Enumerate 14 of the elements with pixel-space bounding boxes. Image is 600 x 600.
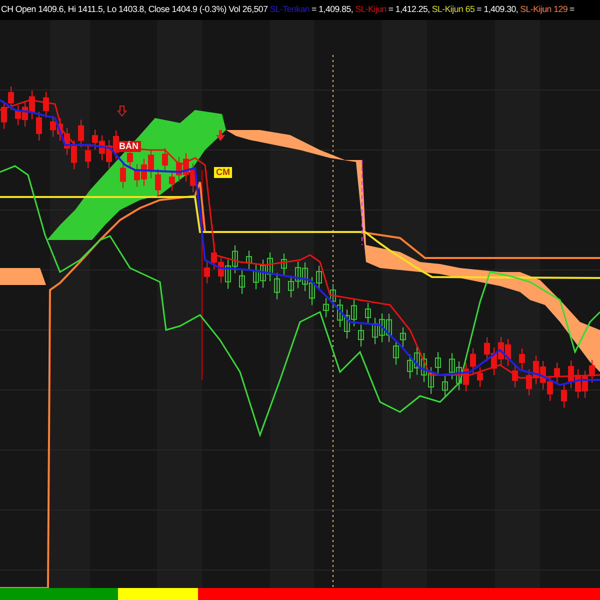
indicator-name: SL-Kijun 129 bbox=[520, 3, 568, 16]
indicator-name: SL-Kijun bbox=[355, 3, 386, 16]
indicator-value: = 1,412.25, bbox=[388, 3, 430, 16]
indicator-value: = 1,409.85, bbox=[312, 3, 354, 16]
signal-label: CM bbox=[214, 167, 232, 178]
price-summary: CH Open 1409.6, Hi 1411.5, Lo 1403.8, Close 1404.9 (-0.3%) Vol 26,507 bbox=[1, 3, 268, 16]
indicator-name: SL-Kijun 65 bbox=[432, 3, 475, 16]
signal-label: BÁN bbox=[117, 141, 140, 152]
down-arrow-icon bbox=[216, 130, 225, 141]
ichimoku-cloud bbox=[0, 268, 46, 285]
indicator-name: SL-Tenkan bbox=[270, 3, 310, 16]
indicator-value: = bbox=[570, 3, 574, 16]
indicator-value: = 1,409.30, bbox=[476, 3, 518, 16]
down-arrow-icon bbox=[116, 106, 128, 117]
